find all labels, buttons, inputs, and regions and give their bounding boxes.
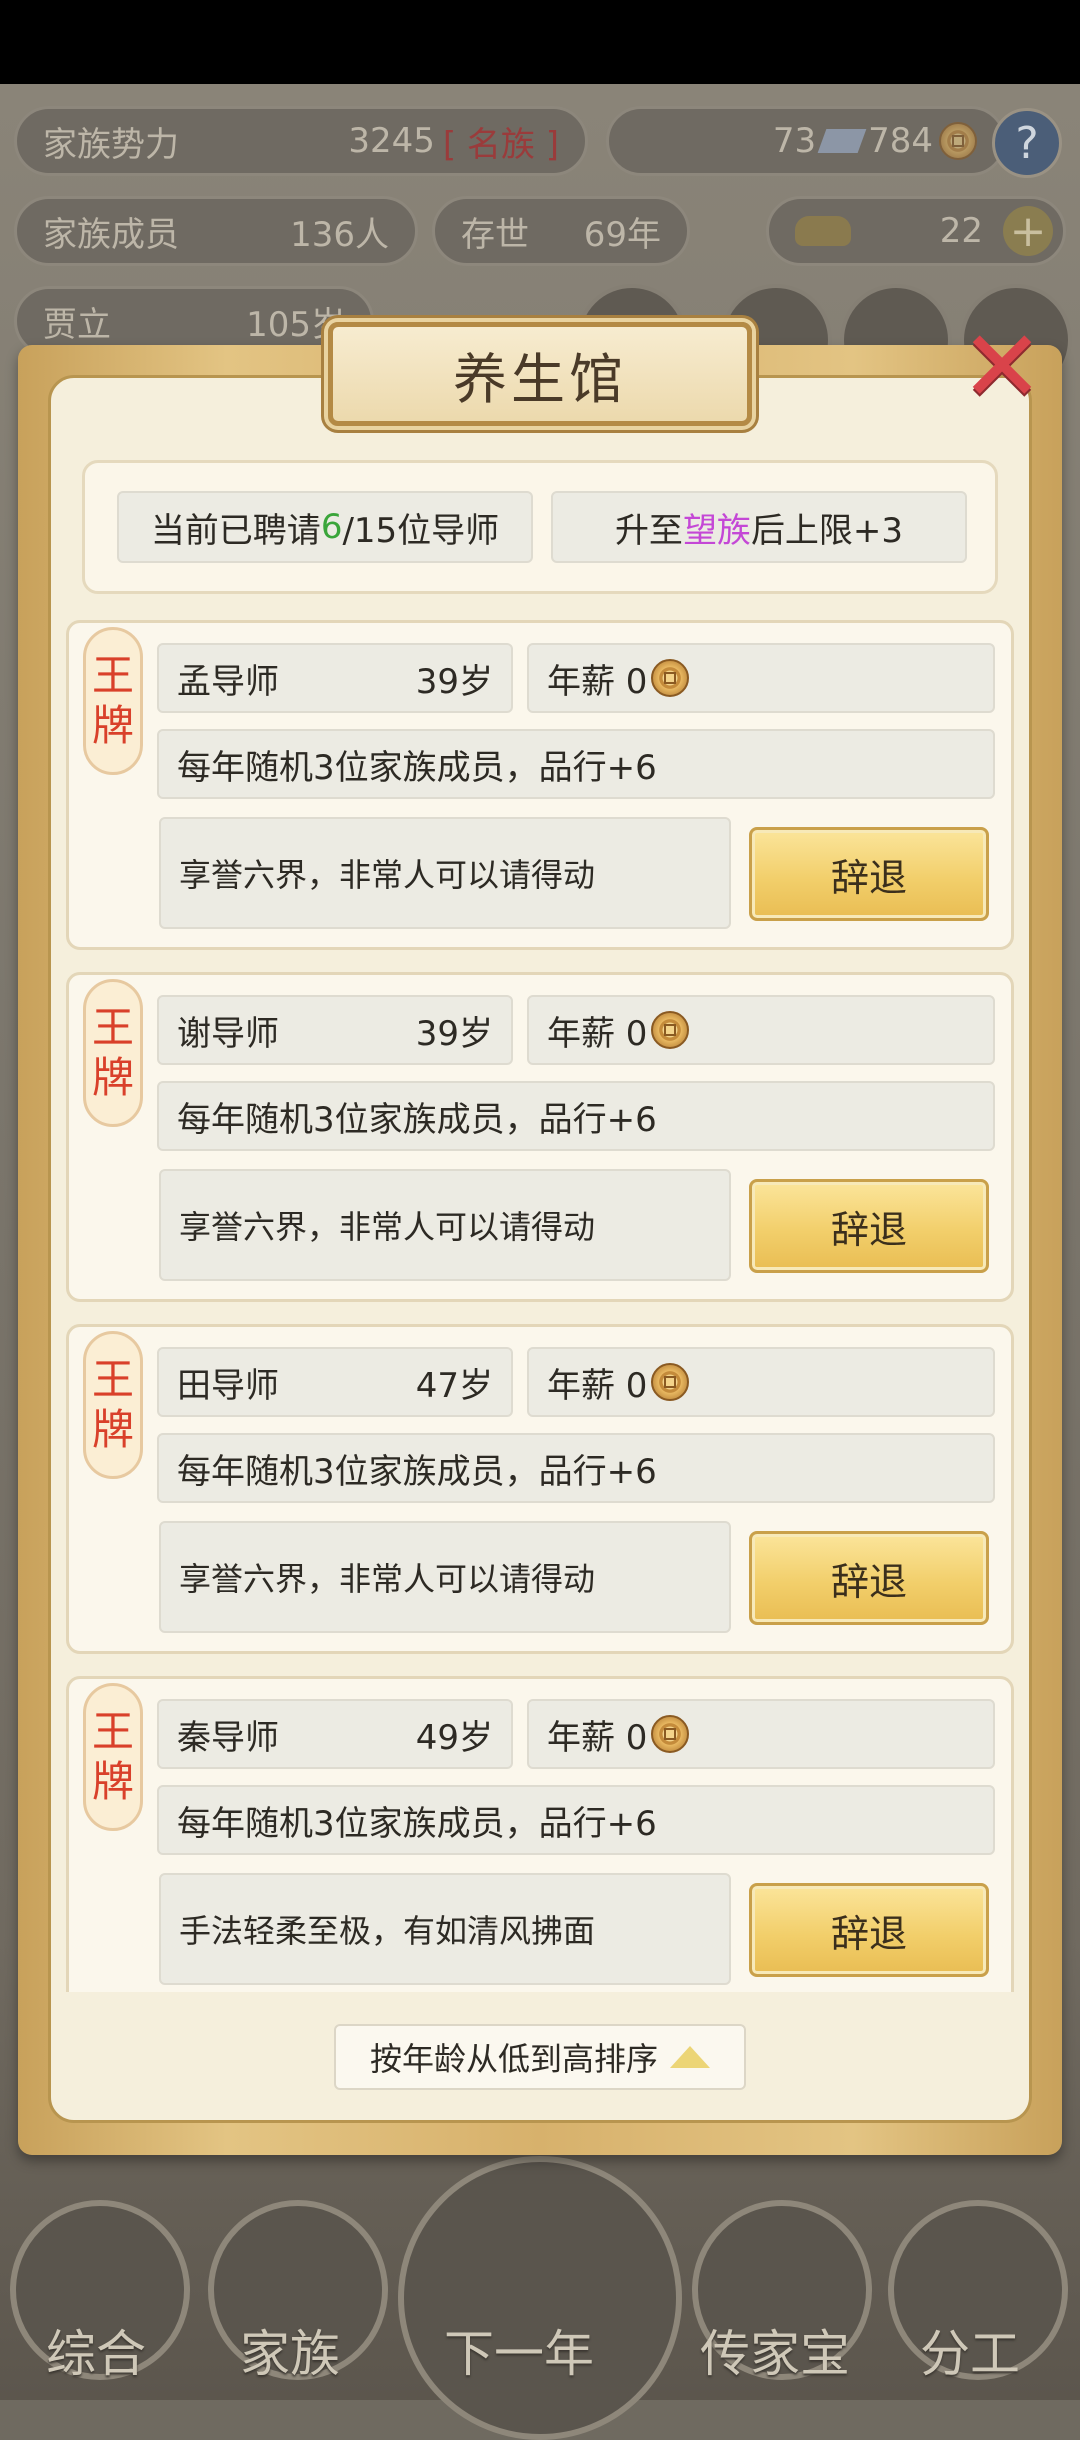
family-power-value: 3245 (348, 121, 435, 161)
upgrade-prefix: 升至 (614, 510, 683, 551)
mentor-age: 47岁 (415, 1365, 493, 1406)
effect-chip: 每年随机3位家族成员，品行+6 (157, 1433, 995, 1503)
salary-chip: 年薪 0 (527, 1699, 995, 1769)
hired-count-chip: 当前已聘请 6/15位导师 (117, 491, 533, 563)
members-value: 136人 (290, 214, 389, 255)
mentor-name-chip: 谢导师 39岁 (157, 995, 513, 1065)
exist-value: 69年 (583, 214, 661, 255)
exist-label: 存世 (461, 214, 529, 255)
nav-next-year-icon[interactable] (398, 2156, 682, 2440)
exist-panel: 存世 69年 (432, 196, 690, 266)
gold-panel: 22 + (766, 196, 1066, 266)
family-power-label: 家族势力 (43, 124, 179, 165)
salary-label: 年薪 0 (547, 1013, 648, 1054)
mentor-card: 王牌 谢导师 39岁 年薪 0 每年随机3位家族成员，品行+6 享誉六界，非常人… (66, 972, 1014, 1302)
nav-next-year[interactable]: 下一年 (444, 2314, 594, 2386)
upgrade-limit-chip: 升至 望族 后上限+3 (551, 491, 967, 563)
mentor-name-chip: 孟导师 39岁 (157, 643, 513, 713)
effect-chip: 每年随机3位家族成员，品行+6 (157, 1081, 995, 1151)
silver-ingot-icon (817, 129, 867, 153)
salary-label: 年薪 0 (547, 1365, 648, 1406)
effect-chip: 每年随机3位家族成员，品行+6 (157, 1785, 995, 1855)
dismiss-button[interactable]: 辞退 (749, 1531, 989, 1625)
bottom-nav: 综合 家族 下一年 传家宝 分工 (0, 2156, 1080, 2440)
mentor-name: 田导师 (177, 1365, 279, 1406)
ace-tag: 王牌 (83, 1683, 143, 1831)
mentor-quote: 享誉六界，非常人可以请得动 (159, 1169, 731, 1281)
mentor-card: 王牌 秦导师 49岁 年薪 0 每年随机3位家族成员，品行+6 手法轻柔至极，有… (66, 1676, 1014, 1992)
salary-chip: 年薪 0 (527, 1347, 995, 1417)
hire-info-box: 当前已聘请 6/15位导师 升至 望族 后上限+3 (82, 460, 998, 594)
salary-label: 年薪 0 (547, 661, 648, 702)
coin-icon (939, 122, 977, 160)
ace-tag: 王牌 (83, 979, 143, 1127)
dismiss-button[interactable]: 辞退 (749, 1179, 989, 1273)
mentor-name-chip: 秦导师 49岁 (157, 1699, 513, 1769)
mentor-card: 王牌 田导师 47岁 年薪 0 每年随机3位家族成员，品行+6 享誉六界，非常人… (66, 1324, 1014, 1654)
sort-by-age-button[interactable]: 按年龄从低到高排序 (334, 2024, 746, 2090)
salary-chip: 年薪 0 (527, 643, 995, 713)
mentor-quote: 手法轻柔至极，有如清风拂面 (159, 1873, 731, 1985)
upgrade-suffix: 后上限+3 (750, 510, 904, 551)
mentor-card: 王牌 孟导师 39岁 年薪 0 每年随机3位家族成员，品行+6 享誉六界，非常人… (66, 620, 1014, 950)
members-panel: 家族成员 136人 (14, 196, 418, 266)
gold-ingot-icon (795, 216, 851, 246)
person-name: 贾立 (43, 304, 111, 345)
currency-a-value: 73 (772, 121, 817, 161)
nav-family[interactable]: 家族 (240, 2314, 340, 2386)
hired-suffix: /15位导师 (342, 510, 500, 551)
coin-icon (651, 1011, 690, 1049)
upgrade-rank: 望族 (682, 510, 751, 551)
mentor-name-chip: 田导师 47岁 (157, 1347, 513, 1417)
family-power-rank: [ 名族 ] (442, 124, 559, 165)
mentor-quote: 享誉六界，非常人可以请得动 (159, 817, 731, 929)
sort-ascending-icon (670, 2046, 710, 2068)
hired-count: 6 (320, 507, 343, 547)
members-label: 家族成员 (43, 214, 179, 255)
status-bar (0, 0, 1080, 84)
mentor-age: 49岁 (415, 1717, 493, 1758)
dismiss-button[interactable]: 辞退 (749, 1883, 989, 1977)
currency-b-value: 784 (868, 121, 933, 161)
coin-icon (651, 1715, 690, 1753)
coin-icon (651, 659, 690, 697)
help-icon[interactable]: ? (992, 108, 1062, 178)
currency-panel: 73 784 (606, 106, 1006, 176)
hired-prefix: 当前已聘请 (150, 510, 321, 551)
mentor-name: 秦导师 (177, 1717, 279, 1758)
close-icon[interactable]: ✕ (952, 312, 1052, 422)
mentor-list[interactable]: 王牌 孟导师 39岁 年薪 0 每年随机3位家族成员，品行+6 享誉六界，非常人… (64, 620, 1016, 1992)
nav-general[interactable]: 综合 (46, 2314, 146, 2386)
mentor-age: 39岁 (415, 1013, 493, 1054)
mentor-name: 谢导师 (177, 1013, 279, 1054)
gold-value: 22 (939, 211, 983, 251)
salary-chip: 年薪 0 (527, 995, 995, 1065)
dismiss-button[interactable]: 辞退 (749, 827, 989, 921)
mentor-age: 39岁 (415, 661, 493, 702)
family-power-panel: 家族势力 3245 [ 名族 ] (14, 106, 588, 176)
ace-tag: 王牌 (83, 1331, 143, 1479)
nav-division[interactable]: 分工 (920, 2314, 1020, 2386)
coin-icon (651, 1363, 690, 1401)
nav-heirloom[interactable]: 传家宝 (700, 2314, 850, 2386)
effect-chip: 每年随机3位家族成员，品行+6 (157, 729, 995, 799)
mentor-quote: 享誉六界，非常人可以请得动 (159, 1521, 731, 1633)
sort-label: 按年龄从低到高排序 (369, 2040, 658, 2078)
add-gold-icon[interactable]: + (1003, 206, 1053, 257)
salary-label: 年薪 0 (547, 1717, 648, 1758)
modal-title: 养生馆 (328, 322, 752, 426)
mentor-name: 孟导师 (177, 661, 279, 702)
ace-tag: 王牌 (83, 627, 143, 775)
